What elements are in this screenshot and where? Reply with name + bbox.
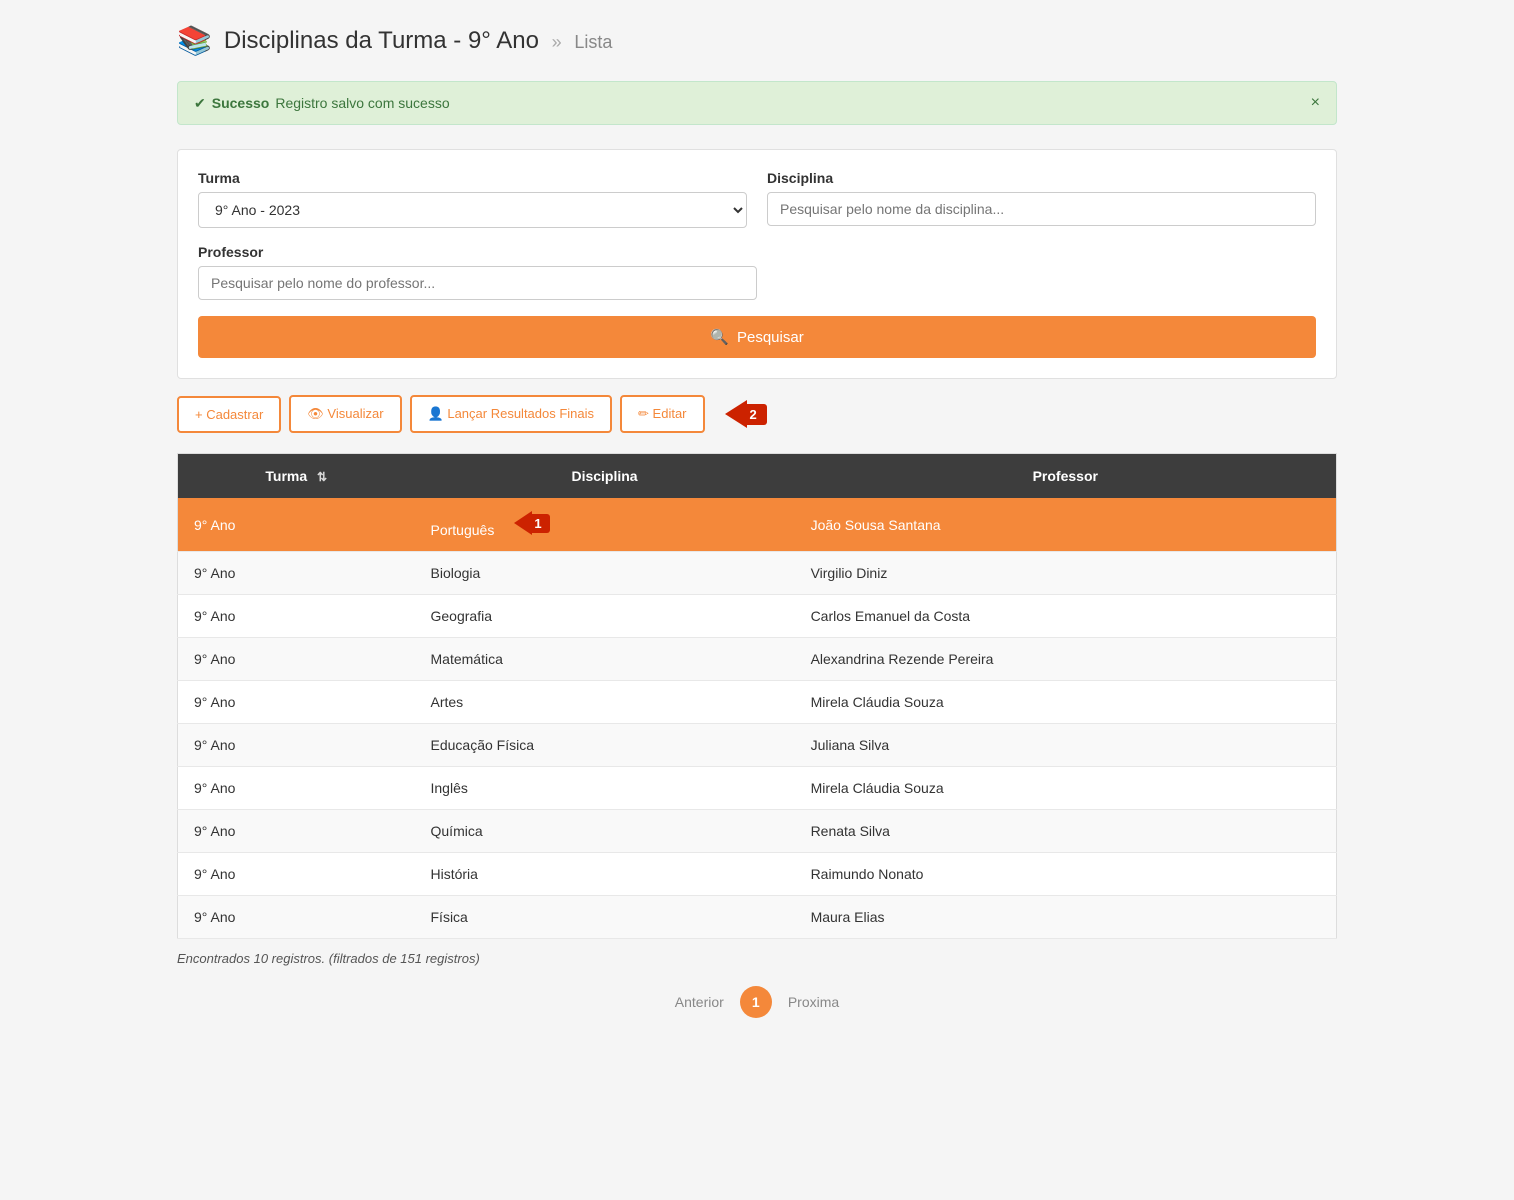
cell-professor: Renata Silva <box>795 810 1337 853</box>
editar-label: ✏ Editar <box>638 406 686 422</box>
cadastrar-label: + Cadastrar <box>195 407 263 422</box>
table-header: Turma ⇅ Disciplina Professor <box>178 454 1337 499</box>
table-body: 9° AnoPortuguês1João Sousa Santana9° Ano… <box>178 498 1337 939</box>
arrow-left-icon <box>725 400 747 428</box>
cell-turma: 9° Ano <box>178 810 415 853</box>
footer-filtered: (filtrados de 151 registros) <box>329 951 480 966</box>
editar-button[interactable]: ✏ Editar <box>620 395 704 433</box>
table-row[interactable]: 9° AnoHistóriaRaimundo Nonato <box>178 853 1337 896</box>
pagination-prev[interactable]: Anterior <box>675 994 724 1010</box>
search-icon: 🔍 <box>710 328 729 346</box>
cell-turma: 9° Ano <box>178 681 415 724</box>
editar-arrow-indicator: 2 <box>725 400 767 428</box>
cell-disciplina: Matemática <box>415 638 795 681</box>
arrow-number-label: 1 <box>531 514 549 533</box>
title-text: Disciplinas da Turma - 9° Ano <box>224 27 539 54</box>
filter-row-bottom: Professor <box>198 244 1316 300</box>
cell-disciplina: Inglês <box>415 767 795 810</box>
search-button[interactable]: 🔍 Pesquisar <box>198 316 1316 358</box>
cell-disciplina: Português1 <box>415 498 795 552</box>
table-row[interactable]: 9° AnoQuímicaRenata Silva <box>178 810 1337 853</box>
professor-filter-group: Professor <box>198 244 757 300</box>
cell-turma: 9° Ano <box>178 595 415 638</box>
cell-professor: Juliana Silva <box>795 724 1337 767</box>
turma-filter-group: Turma 9° Ano - 2023 8° Ano - 2023 7° Ano… <box>198 170 747 228</box>
col-turma: Turma ⇅ <box>178 454 415 499</box>
filter-section: Turma 9° Ano - 2023 8° Ano - 2023 7° Ano… <box>177 149 1337 379</box>
col-professor: Professor <box>795 454 1337 499</box>
col-professor-label: Professor <box>1033 468 1098 484</box>
col-disciplina: Disciplina <box>415 454 795 499</box>
cell-turma: 9° Ano <box>178 853 415 896</box>
lancar-button[interactable]: 👤 Lançar Resultados Finais <box>410 395 613 433</box>
cell-professor: Virgilio Diniz <box>795 552 1337 595</box>
cell-professor: Raimundo Nonato <box>795 853 1337 896</box>
disciplina-filter-group: Disciplina <box>767 170 1316 228</box>
row-arrow-indicator: 1 <box>514 511 549 535</box>
professor-input[interactable] <box>198 266 757 300</box>
turma-label: Turma <box>198 170 747 186</box>
arrow-number-label: 2 <box>746 404 767 425</box>
breadcrumb-separator: » <box>552 32 562 52</box>
book-icon: 📚 <box>177 24 212 57</box>
professor-label: Professor <box>198 244 757 260</box>
search-button-label: Pesquisar <box>737 329 804 346</box>
cell-professor: João Sousa Santana <box>795 498 1337 552</box>
breadcrumb-subtitle: Lista <box>574 32 612 52</box>
table-row[interactable]: 9° AnoPortuguês1João Sousa Santana <box>178 498 1337 552</box>
table-row[interactable]: 9° AnoArtesMirela Cláudia Souza <box>178 681 1337 724</box>
alert-bold: Sucesso <box>212 95 270 111</box>
cell-turma: 9° Ano <box>178 724 415 767</box>
alert-close-button[interactable]: × <box>1311 94 1320 112</box>
col-turma-label: Turma <box>265 468 307 484</box>
cell-professor: Mirela Cláudia Souza <box>795 767 1337 810</box>
cell-disciplina: Física <box>415 896 795 939</box>
cell-professor: Carlos Emanuel da Costa <box>795 595 1337 638</box>
alert-success: ✔ Sucesso Registro salvo com sucesso × <box>177 81 1337 125</box>
page-title: Disciplinas da Turma - 9° Ano » Lista <box>224 27 612 55</box>
lancar-label: 👤 Lançar Resultados Finais <box>428 406 595 422</box>
filter-row-top: Turma 9° Ano - 2023 8° Ano - 2023 7° Ano… <box>198 170 1316 228</box>
cell-turma: 9° Ano <box>178 552 415 595</box>
alert-message: Registro salvo com sucesso <box>275 95 449 111</box>
data-table: Turma ⇅ Disciplina Professor 9° AnoPortu… <box>177 453 1337 939</box>
visualizar-label: 👁 Visualizar <box>307 406 383 422</box>
cell-disciplina: Biologia <box>415 552 795 595</box>
table-row[interactable]: 9° AnoGeografiaCarlos Emanuel da Costa <box>178 595 1337 638</box>
table-row[interactable]: 9° AnoInglêsMirela Cláudia Souza <box>178 767 1337 810</box>
table-row[interactable]: 9° AnoBiologiaVirgilio Diniz <box>178 552 1337 595</box>
arrow-left-icon <box>514 511 532 535</box>
disciplina-input[interactable] <box>767 192 1316 226</box>
cell-turma: 9° Ano <box>178 767 415 810</box>
cell-disciplina: Geografia <box>415 595 795 638</box>
cell-turma: 9° Ano <box>178 638 415 681</box>
pagination-current[interactable]: 1 <box>740 986 772 1018</box>
table-row[interactable]: 9° AnoFísicaMaura Elias <box>178 896 1337 939</box>
cell-turma: 9° Ano <box>178 896 415 939</box>
page-header: 📚 Disciplinas da Turma - 9° Ano » Lista <box>177 24 1337 57</box>
col-disciplina-label: Disciplina <box>571 468 637 484</box>
cadastrar-button[interactable]: + Cadastrar <box>177 396 281 433</box>
pagination: Anterior 1 Proxima <box>177 986 1337 1018</box>
sort-icon[interactable]: ⇅ <box>317 470 327 484</box>
footer-count: Encontrados 10 registros. <box>177 951 325 966</box>
pagination-next[interactable]: Proxima <box>788 994 839 1010</box>
cell-disciplina: Educação Física <box>415 724 795 767</box>
table-footer-info: Encontrados 10 registros. (filtrados de … <box>177 951 1337 966</box>
disciplina-label: Disciplina <box>767 170 1316 186</box>
action-buttons: + Cadastrar 👁 Visualizar 👤 Lançar Result… <box>177 395 1337 433</box>
cell-disciplina: Artes <box>415 681 795 724</box>
visualizar-button[interactable]: 👁 Visualizar <box>289 395 401 433</box>
cell-professor: Maura Elias <box>795 896 1337 939</box>
cell-disciplina: História <box>415 853 795 896</box>
cell-professor: Alexandrina Rezende Pereira <box>795 638 1337 681</box>
turma-select[interactable]: 9° Ano - 2023 8° Ano - 2023 7° Ano - 202… <box>198 192 747 228</box>
cell-professor: Mirela Cláudia Souza <box>795 681 1337 724</box>
table-row[interactable]: 9° AnoMatemáticaAlexandrina Rezende Pere… <box>178 638 1337 681</box>
cell-disciplina: Química <box>415 810 795 853</box>
alert-text: ✔ Sucesso Registro salvo com sucesso <box>194 95 450 112</box>
table-row[interactable]: 9° AnoEducação FísicaJuliana Silva <box>178 724 1337 767</box>
cell-turma: 9° Ano <box>178 498 415 552</box>
